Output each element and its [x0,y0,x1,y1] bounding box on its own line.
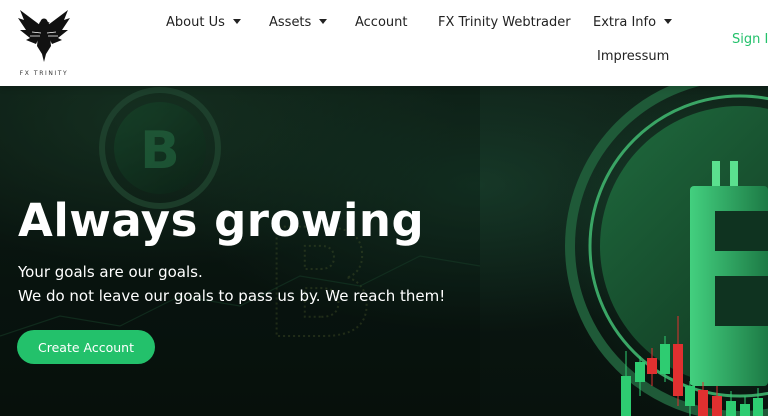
chevron-down-icon [232,19,241,24]
nav-webtrader[interactable]: FX Trinity Webtrader [438,15,571,30]
logo-text: FX TRINITY [19,70,69,77]
sign-in-link[interactable]: Sign In [732,32,768,47]
hero-section: B B Always growing Your goals are our go… [0,86,768,416]
nav-about-us-label: About Us [166,15,225,30]
hero-title: Always growing [18,194,425,247]
nav-account[interactable]: Account [355,15,408,30]
bitcoin-chart-background: B B [0,86,768,416]
nav-extra-info[interactable]: Extra Info [593,15,673,30]
logo[interactable]: FX TRINITY [14,6,74,77]
nav-assets-label: Assets [269,15,312,30]
chevron-down-icon [319,19,328,24]
site-header: FX TRINITY About Us Assets Account FX Tr… [0,0,768,86]
nav-extra-info-label: Extra Info [593,15,657,30]
hero-subtitle-line-2: We do not leave our goals to pass us by.… [18,287,446,305]
create-account-button[interactable]: Create Account [17,330,155,364]
hero-subtitle-line-1: Your goals are our goals. [18,263,203,281]
nav-about-us[interactable]: About Us [166,15,241,30]
chevron-down-icon [664,19,673,24]
nav-impressum[interactable]: Impressum [597,49,669,64]
nav-assets[interactable]: Assets [269,15,328,30]
eagle-icon [18,10,70,62]
